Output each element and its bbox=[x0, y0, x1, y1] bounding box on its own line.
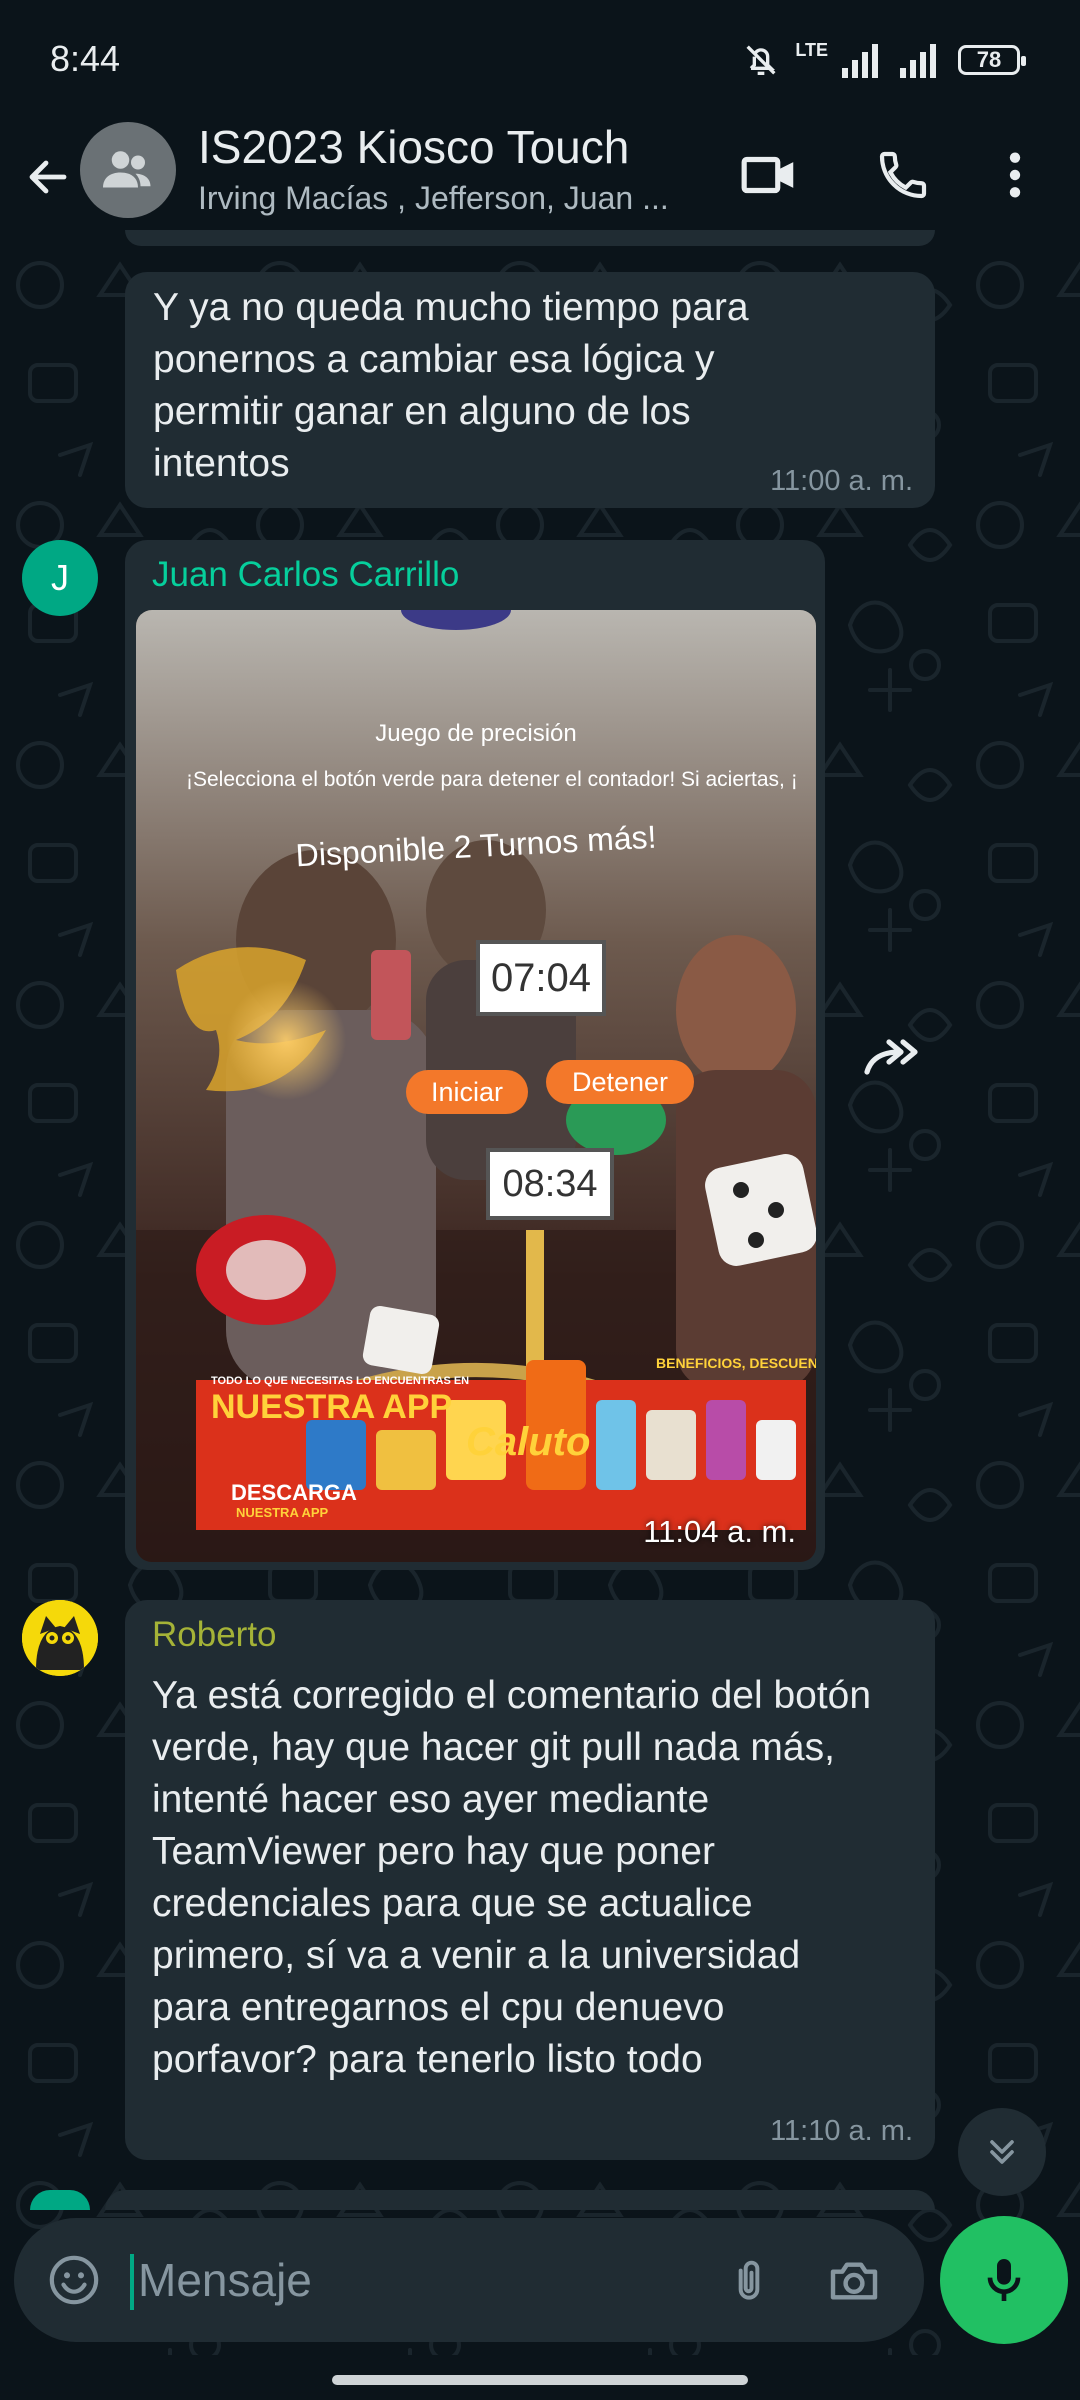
home-gesture-handle[interactable] bbox=[332, 2375, 748, 2385]
double-chevron-down-icon bbox=[990, 2140, 1014, 2164]
forward-button[interactable] bbox=[855, 1020, 931, 1096]
ad-brand-logo: Caluto bbox=[466, 1420, 591, 1464]
avatar[interactable] bbox=[22, 1600, 98, 1676]
game-title: Juego de precisión bbox=[375, 720, 577, 747]
stop-button: Detener bbox=[546, 1060, 694, 1104]
navigation-bar bbox=[0, 2355, 1080, 2400]
video-call-icon bbox=[741, 156, 794, 194]
paperclip-icon bbox=[738, 2260, 760, 2300]
sender-name[interactable]: Roberto bbox=[152, 1615, 277, 1655]
chat-participants[interactable]: Irving Macías , Jefferson, Juan ... bbox=[198, 180, 698, 217]
emoji-button[interactable] bbox=[42, 2248, 106, 2312]
counter-display-bottom: 08:34 bbox=[486, 1148, 614, 1220]
message-text: Ya está corregido el comentario del botó… bbox=[152, 1674, 872, 2081]
start-button: Iniciar bbox=[406, 1070, 528, 1114]
microphone-icon bbox=[987, 2259, 1021, 2301]
ad-download-text-2: NUESTRA APP bbox=[236, 1505, 329, 1520]
signal-icon-2 bbox=[900, 44, 936, 78]
chat-screen: 8:44 LTE 78 IS2023 Kiosco Touch Irving M… bbox=[0, 0, 1080, 2400]
message-text: Y ya no queda mucho tiempo para ponernos… bbox=[153, 286, 749, 485]
message-time: 11:00 a. m. bbox=[770, 465, 913, 497]
group-avatar[interactable] bbox=[80, 122, 176, 218]
next-message-edge bbox=[105, 2190, 935, 2210]
message-bubble[interactable]: Roberto Ya está corregido el comentario … bbox=[125, 1600, 935, 2160]
sender-name[interactable]: Juan Carlos Carrillo bbox=[152, 555, 459, 595]
message-composer bbox=[14, 2218, 924, 2342]
ad-app-text: NUESTRA APP bbox=[211, 1388, 453, 1426]
text-cursor bbox=[130, 2254, 134, 2310]
avatar[interactable]: J bbox=[22, 540, 98, 616]
back-button[interactable] bbox=[18, 142, 78, 212]
signal-icon bbox=[842, 44, 878, 78]
camera-button[interactable] bbox=[814, 2246, 894, 2316]
phone-icon bbox=[879, 151, 927, 199]
battery-icon: 78 bbox=[958, 45, 1026, 75]
chat-header: IS2023 Kiosco Touch Irving Macías , Jeff… bbox=[0, 110, 1080, 245]
chat-title[interactable]: IS2023 Kiosco Touch bbox=[198, 120, 629, 174]
ad-download-text: DESCARGA bbox=[231, 1480, 357, 1505]
video-call-button[interactable] bbox=[735, 140, 805, 210]
next-avatar-edge bbox=[30, 2190, 90, 2210]
voice-message-button[interactable] bbox=[940, 2216, 1068, 2344]
back-arrow-icon bbox=[29, 160, 67, 194]
status-bar: 8:44 LTE 78 bbox=[0, 0, 1080, 110]
status-icons: LTE 78 bbox=[741, 36, 1026, 84]
previous-message-edge bbox=[125, 230, 935, 246]
attach-button[interactable] bbox=[714, 2246, 784, 2316]
lte-label: LTE bbox=[795, 39, 828, 60]
muted-bell-icon bbox=[746, 45, 776, 75]
counter-display-top: 07:04 bbox=[476, 940, 606, 1016]
group-icon bbox=[103, 151, 151, 188]
game-instructions: ¡Selecciona el botón verde para detener … bbox=[186, 768, 798, 791]
cat-avatar-icon bbox=[22, 1600, 98, 1676]
emoji-icon bbox=[49, 2255, 99, 2305]
forward-icon bbox=[864, 1039, 918, 1075]
more-options-button[interactable] bbox=[985, 140, 1045, 210]
voice-call-button[interactable] bbox=[868, 140, 938, 210]
camera-icon bbox=[830, 2262, 878, 2300]
ad-small-text: TODO LO QUE NECESITAS LO ENCUENTRAS EN bbox=[211, 1375, 470, 1387]
ad-benefits-text: BENEFICIOS, DESCUENTOS bbox=[656, 1355, 816, 1371]
scroll-to-bottom-button[interactable] bbox=[958, 2108, 1046, 2196]
shared-photo[interactable]: Juego de precisión ¡Selecciona el botón … bbox=[136, 610, 816, 1562]
more-options-icon bbox=[1009, 152, 1021, 198]
message-bubble[interactable]: Y ya no queda mucho tiempo para ponernos… bbox=[125, 272, 935, 508]
status-time: 8:44 bbox=[50, 38, 121, 79]
message-input[interactable] bbox=[138, 2246, 698, 2314]
message-time: 11:10 a. m. bbox=[770, 2115, 913, 2147]
message-time: 11:04 a. m. bbox=[643, 1514, 796, 1549]
